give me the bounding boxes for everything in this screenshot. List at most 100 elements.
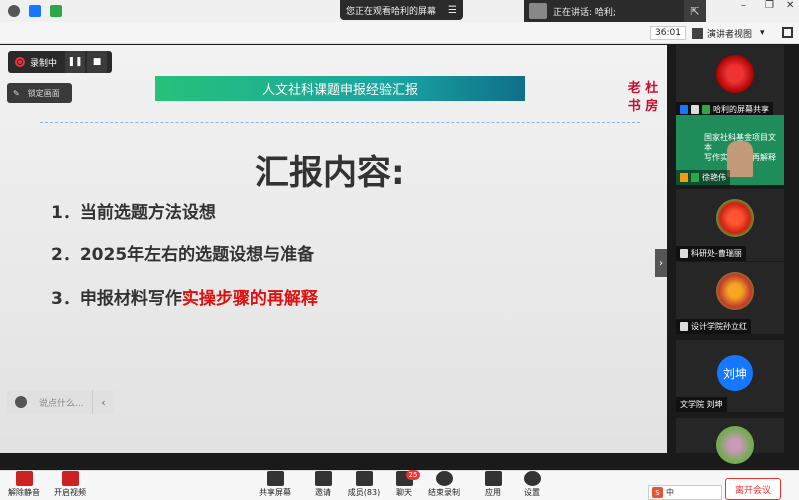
minimize-button[interactable]: – (741, 0, 746, 11)
invite-button[interactable]: 邀请 (303, 471, 343, 500)
stamp-line-1: 老 杜 (627, 81, 659, 96)
emoji-icon[interactable] (15, 396, 27, 408)
participant-name-bar: 设计学院孙立红 (676, 319, 751, 334)
participant-tile[interactable]: 科研处-曹瑞丽 (676, 189, 784, 261)
unmute-button[interactable]: 解除静音 (4, 471, 44, 500)
participant-tile[interactable]: 设计学院孙立红 (676, 262, 784, 334)
stop-record-icon (435, 471, 453, 486)
stop-recording-button[interactable]: ■ (87, 51, 108, 73)
screen-share-banner-text: 您正在观看哈利的屏幕 (346, 6, 437, 17)
mic-muted-icon (15, 471, 33, 486)
end-recording-button[interactable]: 结束录制 (424, 471, 464, 500)
chat-unread-badge: 25 (406, 470, 420, 480)
share-screen-button[interactable]: 共享屏幕 (255, 471, 295, 500)
participant-tile-active[interactable]: 国家社科基金项目文本 写作实操步骤再解释 徐艳伟 (676, 115, 784, 185)
avatar: 刘坤 (717, 355, 753, 391)
participant-tile[interactable] (676, 418, 784, 464)
logo-stamp: 老 杜 书 房 (625, 80, 661, 124)
signal-icon[interactable] (50, 5, 62, 17)
start-video-button[interactable]: 开启视频 (50, 471, 90, 500)
pin-speaker-icon[interactable]: ⇱ (684, 0, 706, 22)
close-button[interactable]: ✕ (786, 0, 794, 11)
lock-screen-label: 锁定画面 (27, 88, 60, 98)
participant-tile[interactable]: 哈利的屏幕共享 (676, 45, 784, 117)
gear-icon (523, 471, 541, 486)
user-icon (680, 173, 688, 182)
avatar (716, 55, 754, 93)
recording-indicator: 录制中 ❚❚ ■ (8, 51, 112, 73)
slide-divider (40, 122, 640, 123)
pause-recording-button[interactable]: ❚❚ (65, 51, 86, 73)
mic-icon (691, 173, 699, 182)
sogou-logo-icon: S (652, 487, 663, 498)
members-button[interactable]: 成员(83) (344, 471, 384, 500)
participant-name: 哈利的屏幕共享 (713, 105, 769, 114)
apps-icon (484, 471, 502, 486)
slide-item-3: 3．申报材料写作实操步骤的再解释 (51, 284, 318, 309)
start-video-label: 开启视频 (54, 488, 86, 497)
unmute-label: 解除静音 (8, 488, 40, 497)
participant-video (727, 141, 753, 177)
apps-label: 应用 (485, 488, 501, 497)
shield-icon[interactable] (29, 5, 41, 17)
info-icon[interactable] (8, 5, 20, 17)
slide-heading: 汇报内容: (255, 153, 405, 193)
chat-label: 聊天 (396, 488, 412, 497)
stamp-line-2: 书 房 (627, 99, 659, 114)
avatar (716, 426, 754, 464)
end-recording-label: 结束录制 (428, 488, 460, 497)
mic-muted-icon (680, 249, 688, 258)
share-screen-icon (266, 471, 284, 486)
lock-screen-button[interactable]: ✎ 锁定画面 (7, 83, 72, 103)
slide-item-text: 2．2025年左右的选题设想与准备 (51, 245, 315, 265)
chat-input[interactable]: 说点什么... ‹ (7, 390, 114, 414)
slide-item-2: 2．2025年左右的选题设想与准备 (51, 240, 314, 265)
restore-button[interactable]: ❐ (765, 0, 774, 11)
speaker-label: 正在讲话: 哈利; (553, 7, 616, 18)
participant-name: 文学院 刘坤 (680, 400, 723, 409)
video-off-icon (61, 471, 79, 486)
members-label: 成员(83) (347, 488, 381, 497)
participant-name: 徐艳伟 (702, 173, 726, 182)
meeting-timer: 36:01 (650, 26, 686, 40)
participant-name-bar: 科研处-曹瑞丽 (676, 246, 746, 261)
mic-icon (702, 105, 710, 114)
members-icon (355, 471, 373, 486)
share-icon (691, 105, 699, 114)
ime-toolbar[interactable]: S 中 (648, 485, 722, 500)
record-icon (15, 57, 25, 67)
slide-item-highlight: 实操步骤的再解释 (181, 289, 318, 309)
apps-button[interactable]: 应用 (473, 471, 513, 500)
collapse-panel-button[interactable]: › (655, 249, 667, 277)
screen-share-banner[interactable]: 您正在观看哈利的屏幕 ☰ (340, 0, 463, 20)
view-mode-label: 演讲者视图 (707, 29, 753, 40)
slide-item-text: 1．当前选题方法设想 (51, 203, 216, 223)
participant-name-bar: 文学院 刘坤 (676, 397, 727, 412)
leave-meeting-button[interactable]: 离开会议 (725, 478, 781, 500)
slide-item-1: 1．当前选题方法设想 (51, 198, 216, 223)
slide-item-text: 3．申报材料写作 (51, 289, 182, 309)
slide-title: 人文社科课题申报经验汇报 (155, 76, 525, 101)
menu-icon[interactable]: ☰ (448, 5, 457, 16)
mic-muted-icon (680, 322, 688, 331)
collapse-chat-icon[interactable]: ‹ (92, 390, 114, 414)
grid-icon (692, 27, 703, 39)
recording-label: 录制中 (30, 58, 58, 69)
invite-label: 邀请 (315, 488, 331, 497)
avatar (716, 272, 754, 310)
active-speaker-indicator: 正在讲话: 哈利; ⇱ (524, 0, 706, 22)
share-screen-label: 共享屏幕 (259, 488, 291, 497)
settings-label: 设置 (524, 488, 540, 497)
participant-name-bar: 徐艳伟 (676, 170, 730, 185)
speaker-avatar (529, 3, 547, 19)
user-icon (680, 105, 688, 114)
avatar (716, 199, 754, 237)
ime-mode[interactable]: 中 (666, 487, 674, 498)
fullscreen-icon[interactable] (782, 27, 793, 38)
pin-icon: ✎ (13, 88, 20, 98)
settings-button[interactable]: 设置 (512, 471, 552, 500)
view-mode-button[interactable]: 演讲者视图 ▾ (692, 25, 774, 41)
add-user-icon (314, 471, 332, 486)
chevron-down-icon: ▾ (760, 28, 765, 38)
participant-name: 科研处-曹瑞丽 (691, 249, 742, 258)
